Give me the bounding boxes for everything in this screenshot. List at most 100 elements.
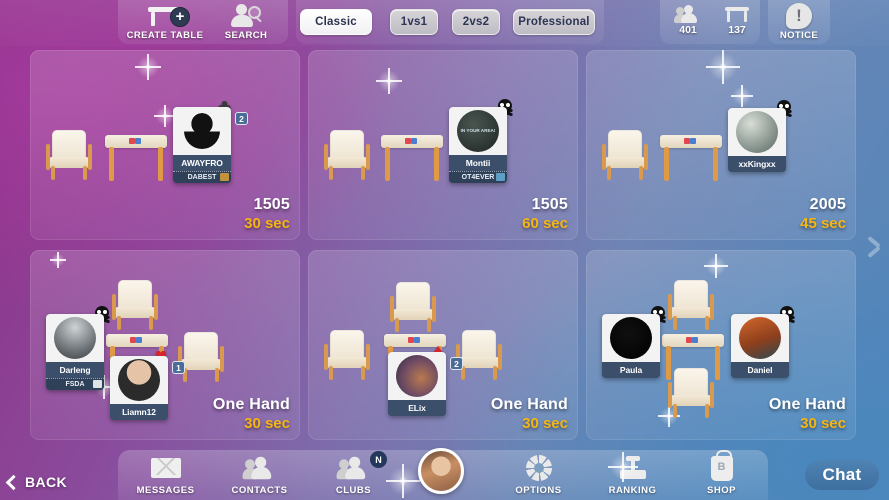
table-time: 45 sec <box>800 215 846 232</box>
player-name: Darleng <box>46 362 104 378</box>
filter-professional[interactable]: Professional <box>513 9 595 35</box>
nav-shop-label: SHOP <box>707 485 736 496</box>
player-club: OT4EVER <box>449 171 507 183</box>
nav-contacts[interactable]: CONTACTS <box>212 453 307 496</box>
notice-button[interactable]: ! NOTICE <box>759 2 839 41</box>
open-tables-stat: 137 <box>713 5 761 36</box>
avatar: IN YOUR AREA! <box>449 107 507 155</box>
nav-ranking-label: RANKING <box>608 485 657 496</box>
player-name: Paula <box>602 362 660 378</box>
nav-shop[interactable]: B SHOP <box>674 449 769 496</box>
podium-icon <box>585 453 680 483</box>
table-mode: One Hand <box>212 396 290 413</box>
filter-1vs1[interactable]: 1vs1 <box>390 9 438 35</box>
player-name: AWAYFRO <box>173 155 231 171</box>
table-meta: 1505 60 sec <box>522 196 568 232</box>
player-card[interactable]: Paula <box>602 306 667 378</box>
game-lobby-screen: + CREATE TABLE SEARCH Classic 1vs1 2vs2 … <box>0 0 889 500</box>
nav-options-label: OPTIONS <box>515 485 562 496</box>
table-time: 30 sec <box>522 415 568 432</box>
table-mode: One Hand <box>490 396 568 413</box>
avatar <box>173 107 231 155</box>
create-table-button[interactable]: + CREATE TABLE <box>125 2 205 41</box>
table-meta: 2005 45 sec <box>800 196 846 232</box>
back-label: BACK <box>25 474 68 490</box>
user-avatar[interactable] <box>418 448 464 494</box>
player-card[interactable]: ♣ 2 AWAYFRO DABEST <box>173 97 248 183</box>
filter-classic[interactable]: Classic <box>300 9 372 35</box>
table-meta: One Hand 30 sec <box>213 396 290 432</box>
open-tables-count: 137 <box>728 24 746 36</box>
player-name: xxKingxx <box>728 156 786 172</box>
nav-messages-label: MESSAGES <box>136 485 195 496</box>
player-name: ELix <box>388 400 446 416</box>
avatar <box>728 108 786 156</box>
contacts-icon <box>212 453 307 483</box>
search-button[interactable]: SEARCH <box>206 2 286 41</box>
plus-icon: + <box>170 6 190 27</box>
search-label: SEARCH <box>224 30 268 41</box>
table-card[interactable]: xxKingxx 2005 45 sec <box>586 50 856 240</box>
table-card[interactable]: ♣ 2 AWAYFRO DABEST 1505 30 sec <box>30 50 300 240</box>
nav-options[interactable]: OPTIONS <box>491 453 586 496</box>
player-card[interactable]: Daniel <box>731 306 796 378</box>
player-club: FSDA <box>46 378 104 390</box>
suit-count: 2 <box>235 112 248 125</box>
tables-grid: ♣ 2 AWAYFRO DABEST 1505 30 sec <box>30 50 860 445</box>
player-card[interactable]: IN YOUR AREA! Montii OT4EVER <box>449 99 514 183</box>
search-person-icon <box>206 2 286 29</box>
table-mode: One Hand <box>768 396 846 413</box>
avatar <box>388 352 446 400</box>
create-table-label: CREATE TABLE <box>126 30 204 41</box>
nav-contacts-label: CONTACTS <box>231 485 288 496</box>
player-card[interactable]: ♦ 2 ELix <box>388 342 463 416</box>
shopping-bag-icon: B <box>674 449 769 483</box>
table-card[interactable]: ♦ 2 ELix One Hand 30 sec <box>308 250 578 440</box>
table-time: 30 sec <box>244 215 290 232</box>
nav-clubs[interactable]: N CLUBS <box>306 451 401 496</box>
player-club: DABEST <box>173 171 231 183</box>
people-icon <box>674 5 701 23</box>
table-card[interactable]: Paula Daniel One Hand 30 sec <box>586 250 856 440</box>
table-time: 30 sec <box>244 415 290 432</box>
table-meta: 1505 30 sec <box>244 196 290 232</box>
envelope-icon <box>118 453 213 483</box>
table-meta: One Hand 30 sec <box>769 396 846 432</box>
table-mode: 1505 <box>531 196 568 213</box>
player-card[interactable]: xxKingxx <box>728 100 793 172</box>
player-name: Montii <box>449 155 507 171</box>
table-icon <box>725 5 749 23</box>
avatar <box>110 356 168 404</box>
player-name: Daniel <box>731 362 789 378</box>
clubs-badge: N <box>370 451 387 468</box>
filter-2vs2[interactable]: 2vs2 <box>452 9 500 35</box>
gear-icon <box>491 453 586 483</box>
chat-button[interactable]: Chat <box>805 460 879 490</box>
nav-clubs-label: CLUBS <box>335 485 372 496</box>
table-mode: 2005 <box>809 196 846 213</box>
avatar <box>46 314 104 362</box>
table-card[interactable]: IN YOUR AREA! Montii OT4EVER 1505 60 sec <box>308 50 578 240</box>
avatar <box>731 314 789 362</box>
table-meta: One Hand 30 sec <box>491 396 568 432</box>
nav-ranking[interactable]: RANKING <box>585 453 680 496</box>
notice-label: NOTICE <box>779 30 819 41</box>
player-card[interactable]: ♥ 1 Liamn12 <box>110 346 185 420</box>
nav-messages[interactable]: MESSAGES <box>118 453 213 496</box>
avatar-text: IN YOUR AREA! <box>460 128 496 134</box>
chat-label: Chat <box>822 465 862 484</box>
notice-bubble-icon: ! <box>786 2 812 29</box>
avatar <box>602 314 660 362</box>
suit-count: 2 <box>450 357 463 370</box>
table-time: 60 sec <box>522 215 568 232</box>
player-card[interactable]: Darleng FSDA <box>46 306 111 390</box>
table-mode: 1505 <box>253 196 290 213</box>
next-page-chevron-icon[interactable] <box>863 228 885 268</box>
player-name: Liamn12 <box>110 404 168 420</box>
chevron-left-icon <box>5 474 22 490</box>
online-players-count: 401 <box>679 24 697 36</box>
clubs-icon: N <box>306 451 401 483</box>
back-button[interactable]: BACK <box>5 474 68 490</box>
table-plus-icon: + <box>125 2 205 29</box>
table-card[interactable]: Darleng FSDA ♥ 1 Liamn12 One Hand <box>30 250 300 440</box>
